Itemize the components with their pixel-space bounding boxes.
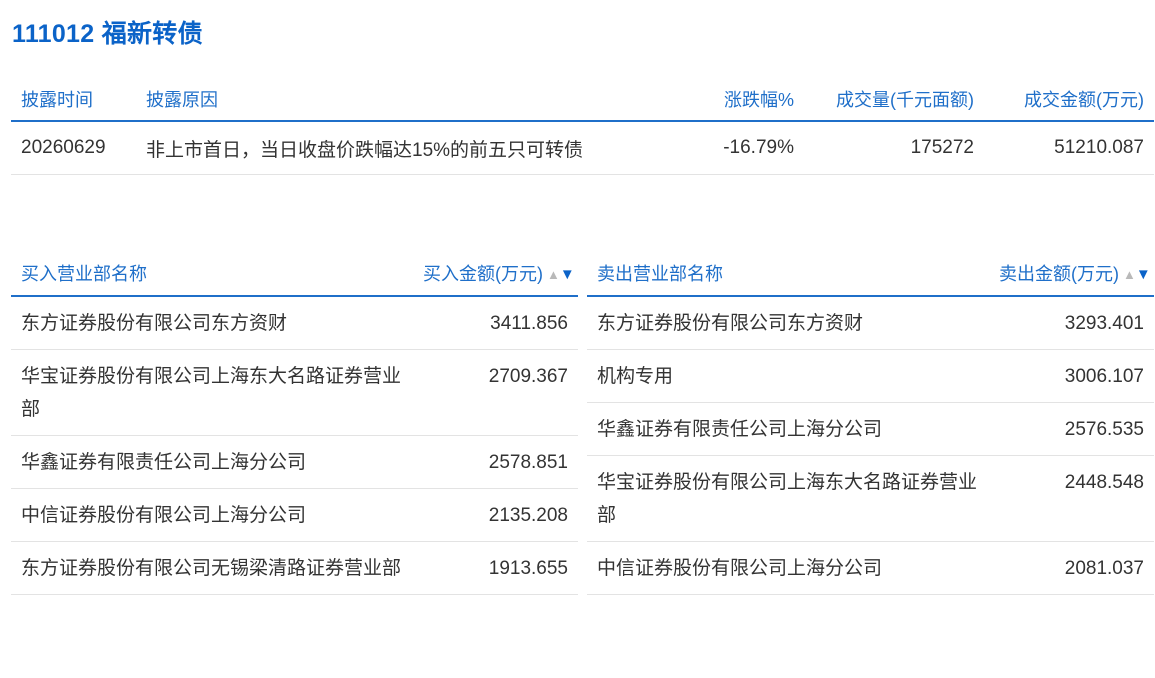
header-reason: 披露原因 (136, 78, 696, 122)
sell-name: 华鑫证券有限责任公司上海分公司 (587, 402, 989, 456)
sell-amount: 3293.401 (989, 296, 1154, 350)
buy-amount: 2135.208 (413, 488, 578, 542)
sell-header-amount-label: 卖出金额(万元) (999, 264, 1119, 284)
table-row: 华宝证券股份有限公司上海东大名路证券营业部 2448.548 (587, 455, 1154, 542)
sort-up-icon[interactable]: ▲ (547, 267, 560, 282)
buy-amount: 3411.856 (413, 296, 578, 350)
buy-name: 华鑫证券有限责任公司上海分公司 (11, 435, 413, 489)
table-row: 华宝证券股份有限公司上海东大名路证券营业部 2709.367 (11, 349, 578, 436)
buy-name: 东方证券股份有限公司东方资财 (11, 296, 413, 350)
cell-reason: 非上市首日，当日收盘价跌幅达15%的前五只可转债 (136, 121, 696, 175)
sell-name: 华宝证券股份有限公司上海东大名路证券营业部 (587, 455, 989, 542)
table-row: 东方证券股份有限公司东方资财 3411.856 (11, 296, 578, 350)
sort-down-icon[interactable]: ▼ (560, 266, 575, 283)
header-change: 涨跌幅% (696, 78, 804, 122)
buy-name: 中信证券股份有限公司上海分公司 (11, 488, 413, 542)
header-date: 披露时间 (11, 78, 136, 122)
cell-change: -16.79% (696, 121, 804, 175)
buy-amount: 1913.655 (413, 541, 578, 595)
table-row: 东方证券股份有限公司无锡梁清路证券营业部 1913.655 (11, 541, 578, 595)
cell-amount: 51210.087 (984, 121, 1154, 175)
sell-amount: 2576.535 (989, 402, 1154, 456)
disclosure-table: 披露时间 披露原因 涨跌幅% 成交量(千元面额) 成交金额(万元) 202606… (11, 78, 1154, 175)
buy-name: 东方证券股份有限公司无锡梁清路证券营业部 (11, 541, 413, 595)
sort-toggle[interactable]: ▲▼ (547, 266, 575, 283)
sort-up-icon[interactable]: ▲ (1123, 267, 1136, 282)
disclosure-header-row: 披露时间 披露原因 涨跌幅% 成交量(千元面额) 成交金额(万元) (11, 78, 1154, 122)
sell-table: 卖出营业部名称 卖出金额(万元) ▲▼ 东方证券股份有限公司东方资财 3293.4… (587, 251, 1154, 595)
sell-name: 东方证券股份有限公司东方资财 (587, 296, 989, 350)
sort-down-icon[interactable]: ▼ (1136, 266, 1151, 283)
page-title: 111012 福新转债 (12, 20, 203, 48)
sell-header-amount[interactable]: 卖出金额(万元) ▲▼ (989, 251, 1154, 297)
buy-header-amount[interactable]: 买入金额(万元) ▲▼ (413, 251, 578, 297)
header-volume: 成交量(千元面额) (804, 78, 984, 122)
table-row: 20260629 非上市首日，当日收盘价跌幅达15%的前五只可转债 -16.79… (11, 121, 1154, 175)
buy-header-row: 买入营业部名称 买入金额(万元) ▲▼ (11, 251, 578, 297)
table-row: 中信证券股份有限公司上海分公司 2081.037 (587, 541, 1154, 595)
table-row: 华鑫证券有限责任公司上海分公司 2576.535 (587, 402, 1154, 456)
buy-header-name: 买入营业部名称 (11, 251, 413, 297)
cell-date: 20260629 (11, 121, 136, 175)
buy-header-amount-label: 买入金额(万元) (423, 264, 543, 284)
table-row: 华鑫证券有限责任公司上海分公司 2578.851 (11, 435, 578, 489)
sort-toggle[interactable]: ▲▼ (1123, 266, 1151, 283)
sell-name: 机构专用 (587, 349, 989, 403)
table-row: 中信证券股份有限公司上海分公司 2135.208 (11, 488, 578, 542)
sell-name: 中信证券股份有限公司上海分公司 (587, 541, 989, 595)
buy-name: 华宝证券股份有限公司上海东大名路证券营业部 (11, 349, 413, 436)
sell-amount: 2448.548 (989, 455, 1154, 542)
buy-amount: 2578.851 (413, 435, 578, 489)
table-row: 东方证券股份有限公司东方资财 3293.401 (587, 296, 1154, 350)
header-amount: 成交金额(万元) (984, 78, 1154, 122)
sell-header-row: 卖出营业部名称 卖出金额(万元) ▲▼ (587, 251, 1154, 297)
sell-amount: 2081.037 (989, 541, 1154, 595)
cell-volume: 175272 (804, 121, 984, 175)
table-row: 机构专用 3006.107 (587, 349, 1154, 403)
sell-header-name: 卖出营业部名称 (587, 251, 989, 297)
buy-amount: 2709.367 (413, 349, 578, 436)
sell-amount: 3006.107 (989, 349, 1154, 403)
buy-table: 买入营业部名称 买入金额(万元) ▲▼ 东方证券股份有限公司东方资财 3411.8… (11, 251, 578, 595)
